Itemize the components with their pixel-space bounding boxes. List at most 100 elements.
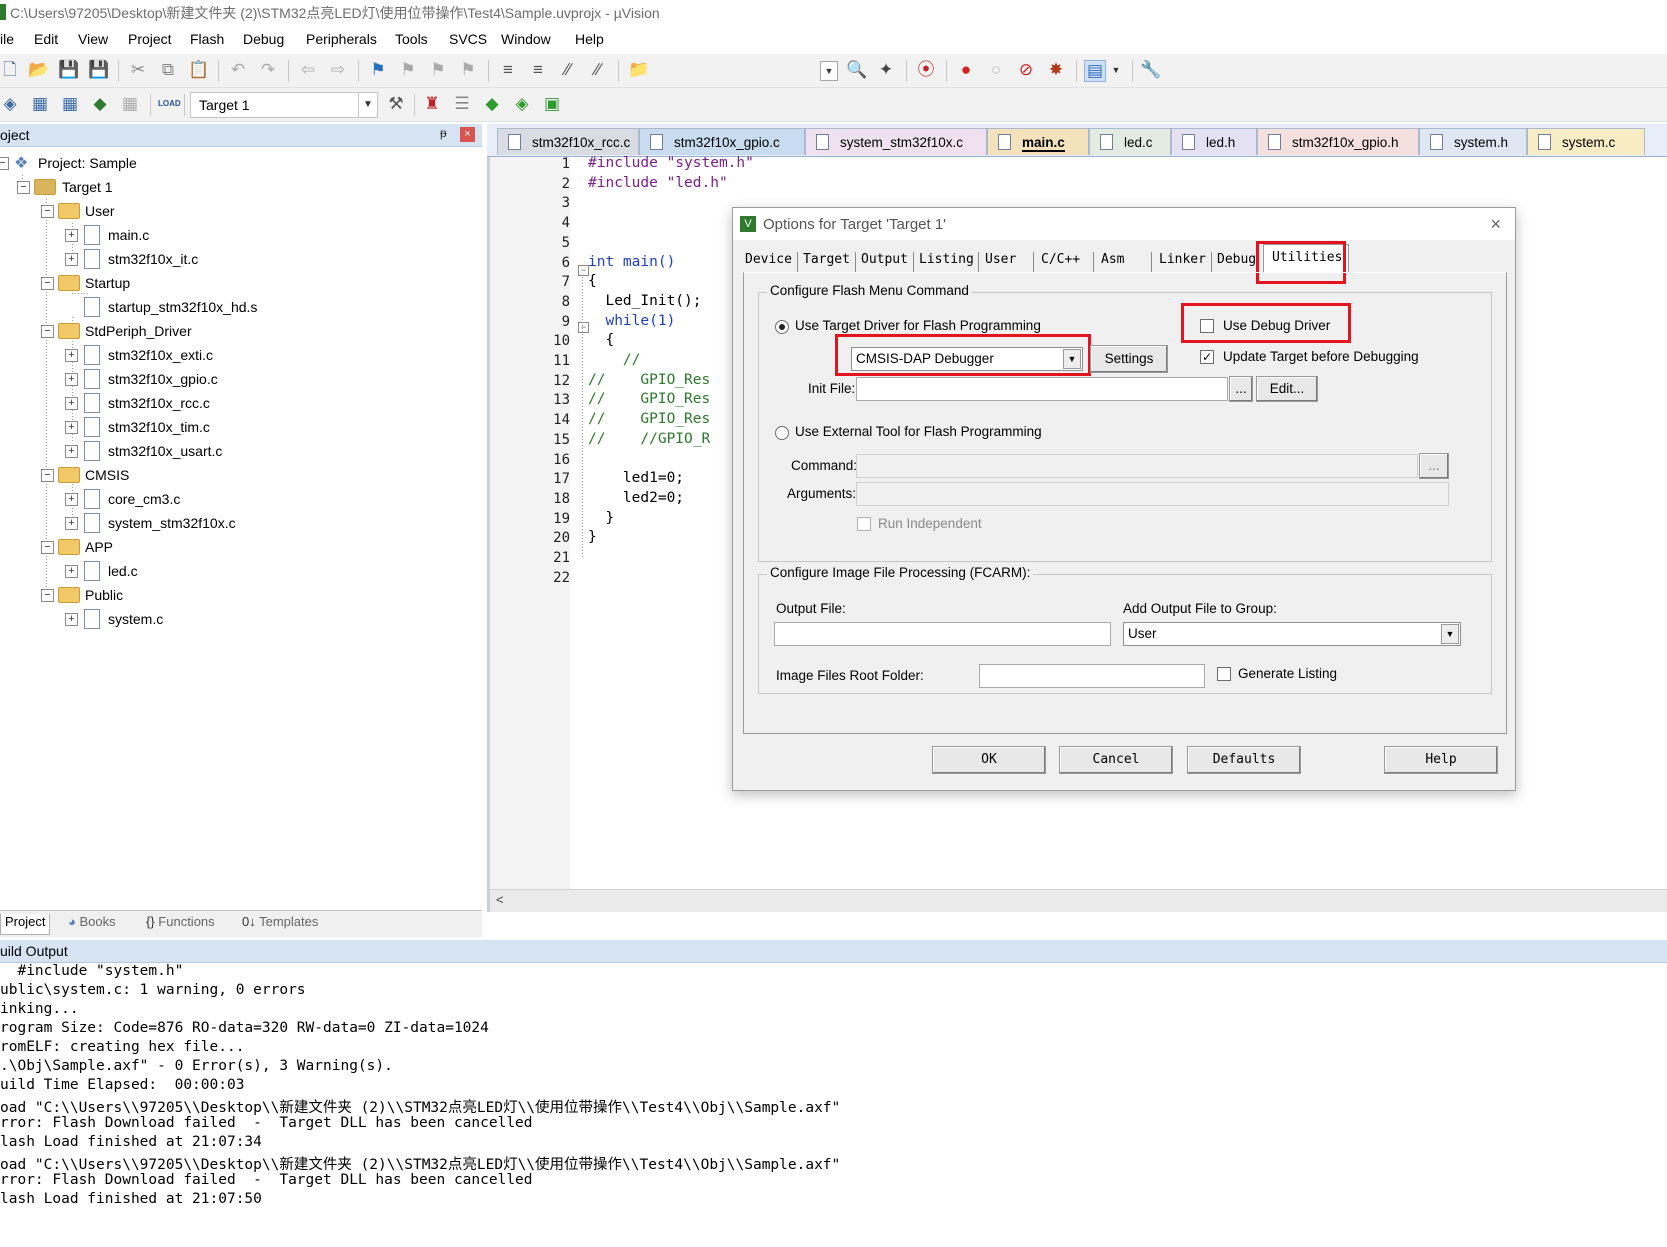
pin-icon[interactable]: ᵽ — [440, 126, 447, 140]
expand-icon[interactable]: + — [65, 445, 78, 458]
radio-use-target-driver[interactable] — [775, 320, 789, 334]
code-line[interactable]: { — [588, 332, 614, 348]
forward-icon[interactable]: ⇨ — [328, 60, 348, 80]
menu-tools[interactable]: Tools — [395, 31, 428, 47]
collapse-icon[interactable]: − — [17, 181, 30, 194]
defaults-button[interactable]: Defaults — [1187, 746, 1301, 774]
expand-icon[interactable]: + — [65, 493, 78, 506]
init-file-input[interactable] — [856, 377, 1228, 401]
window-layout-icon[interactable]: ▤ — [1084, 60, 1106, 82]
fold-marker-icon[interactable]: − — [578, 265, 589, 276]
breakpoint-disable-all-icon[interactable]: ⊘ — [1016, 60, 1036, 80]
undo-icon[interactable]: ↶ — [228, 60, 248, 80]
rebuild-icon[interactable]: ▦ — [60, 94, 80, 114]
tree-file[interactable]: + stm32f10x_it.c — [0, 249, 480, 271]
checkbox-run-independent[interactable] — [857, 517, 871, 531]
open-icon[interactable]: 📂 — [28, 60, 49, 80]
menu-project[interactable]: Project — [128, 31, 172, 47]
code-line[interactable]: while(1) — [588, 313, 675, 329]
find-dropdown[interactable]: ▼ — [820, 61, 838, 81]
tab-listing[interactable]: Listing — [919, 252, 974, 274]
cut-icon[interactable]: ✂ — [128, 60, 148, 80]
find-in-files-icon[interactable]: 📁 — [628, 60, 649, 80]
tab-c-cpp[interactable]: C/C++ — [1041, 252, 1080, 274]
editor-tab[interactable]: system.c — [1527, 128, 1645, 155]
code-line[interactable]: #include "led.h" — [588, 175, 728, 191]
code-line[interactable]: led1=0; — [588, 470, 684, 486]
expand-icon[interactable]: + — [65, 229, 78, 242]
expand-icon[interactable]: + — [65, 421, 78, 434]
tab-asm[interactable]: Asm — [1101, 252, 1124, 274]
tree-file[interactable]: + led.c — [0, 561, 480, 583]
find-icon[interactable]: 🔍 — [846, 60, 867, 80]
expand-icon[interactable]: + — [65, 373, 78, 386]
tree-file[interactable]: startup_stm32f10x_hd.s — [0, 297, 480, 319]
manage-project-items-icon[interactable]: ♜ — [422, 94, 442, 114]
checkbox-generate-listing[interactable] — [1217, 667, 1231, 681]
code-line[interactable]: // GPIO_Res — [588, 411, 710, 427]
back-icon[interactable]: ⇦ — [298, 60, 318, 80]
editor-tab[interactable]: system_stm32f10x.c — [805, 128, 987, 155]
redo-icon[interactable]: ↷ — [258, 60, 278, 80]
tree-file[interactable]: + core_cm3.c — [0, 489, 480, 511]
editor-tab[interactable]: led.h — [1171, 128, 1257, 155]
tree-group-app[interactable]: − APP — [0, 537, 480, 559]
translate-icon[interactable]: ◈ — [0, 94, 20, 114]
menu-peripherals[interactable]: Peripherals — [306, 31, 377, 47]
pack-installer-icon[interactable]: ◈ — [512, 94, 532, 114]
horizontal-scrollbar[interactable]: < — [490, 889, 1667, 912]
output-file-input[interactable] — [774, 622, 1111, 646]
command-browse-button[interactable]: ... — [1419, 453, 1449, 479]
command-input[interactable] — [856, 454, 1418, 478]
build-output-pane[interactable]: #include "system.h" ublic\system.c: 1 war… — [0, 963, 1667, 1247]
root-folder-input[interactable] — [979, 664, 1205, 688]
incremental-find-icon[interactable]: ✦ — [876, 60, 896, 80]
collapse-icon[interactable]: − — [41, 469, 54, 482]
tree-file[interactable]: + system_stm32f10x.c — [0, 513, 480, 535]
tree-file[interactable]: + system.c — [0, 609, 480, 631]
code-line[interactable]: #include "system.h" — [588, 155, 754, 171]
manage-components-icon[interactable]: ☰ — [452, 94, 472, 114]
window-layout-dropdown[interactable]: ▼ — [1108, 61, 1124, 79]
bookmark-clear-icon[interactable]: ⚑ — [458, 60, 478, 80]
cancel-button[interactable]: Cancel — [1059, 746, 1173, 774]
tree-group-stdperiph[interactable]: − StdPeriph_Driver — [0, 321, 480, 343]
collapse-icon[interactable]: − — [41, 205, 54, 218]
tab-output[interactable]: Output — [861, 252, 908, 274]
code-line[interactable]: } — [588, 529, 597, 545]
code-line[interactable]: } — [588, 510, 614, 526]
tree-file[interactable]: + stm32f10x_exti.c — [0, 345, 480, 367]
save-all-icon[interactable]: 💾 — [88, 60, 109, 80]
expand-icon[interactable]: + — [65, 565, 78, 578]
tab-linker[interactable]: Linker — [1159, 252, 1206, 274]
code-line[interactable]: int main() — [588, 254, 675, 270]
tree-file[interactable]: + stm32f10x_usart.c — [0, 441, 480, 463]
tree-file[interactable]: + stm32f10x_rcc.c — [0, 393, 480, 415]
target-select[interactable]: Target 1 ▼ — [190, 92, 378, 118]
tree-file[interactable]: + stm32f10x_tim.c — [0, 417, 480, 439]
code-line[interactable]: // — [588, 352, 640, 368]
checkbox-update-target[interactable]: ✓ — [1200, 350, 1214, 364]
menu-help[interactable]: Help — [575, 31, 604, 47]
indent-icon[interactable]: ≡ — [498, 60, 518, 80]
expand-icon[interactable]: + — [65, 517, 78, 530]
fold-marker-icon[interactable]: − — [578, 322, 589, 333]
collapse-icon[interactable]: − — [41, 277, 54, 290]
tree-group-cmsis[interactable]: − CMSIS — [0, 465, 480, 487]
configure-wrench-icon[interactable]: 🔧 — [1140, 60, 1161, 80]
code-line[interactable]: // GPIO_Res — [588, 372, 710, 388]
code-line[interactable]: Led_Init(); — [588, 293, 701, 309]
edit-button[interactable]: Edit... — [1256, 376, 1318, 402]
editor-tab[interactable]: stm32f10x_gpio.h — [1257, 128, 1419, 155]
bookmark-icon[interactable]: ⚑ — [368, 60, 388, 80]
collapse-icon[interactable]: − — [0, 157, 9, 170]
uncomment-icon[interactable]: ∕∕ — [588, 60, 608, 80]
editor-tab[interactable]: system.h — [1419, 128, 1527, 155]
save-icon[interactable]: 💾 — [58, 60, 79, 80]
build-icon[interactable]: ▦ — [30, 94, 50, 114]
paste-icon[interactable]: 📋 — [188, 60, 209, 80]
menu-view[interactable]: View — [78, 31, 108, 47]
tab-target[interactable]: Target — [803, 252, 850, 274]
editor-tab-active[interactable]: main.c — [987, 128, 1089, 155]
collapse-icon[interactable]: − — [41, 589, 54, 602]
